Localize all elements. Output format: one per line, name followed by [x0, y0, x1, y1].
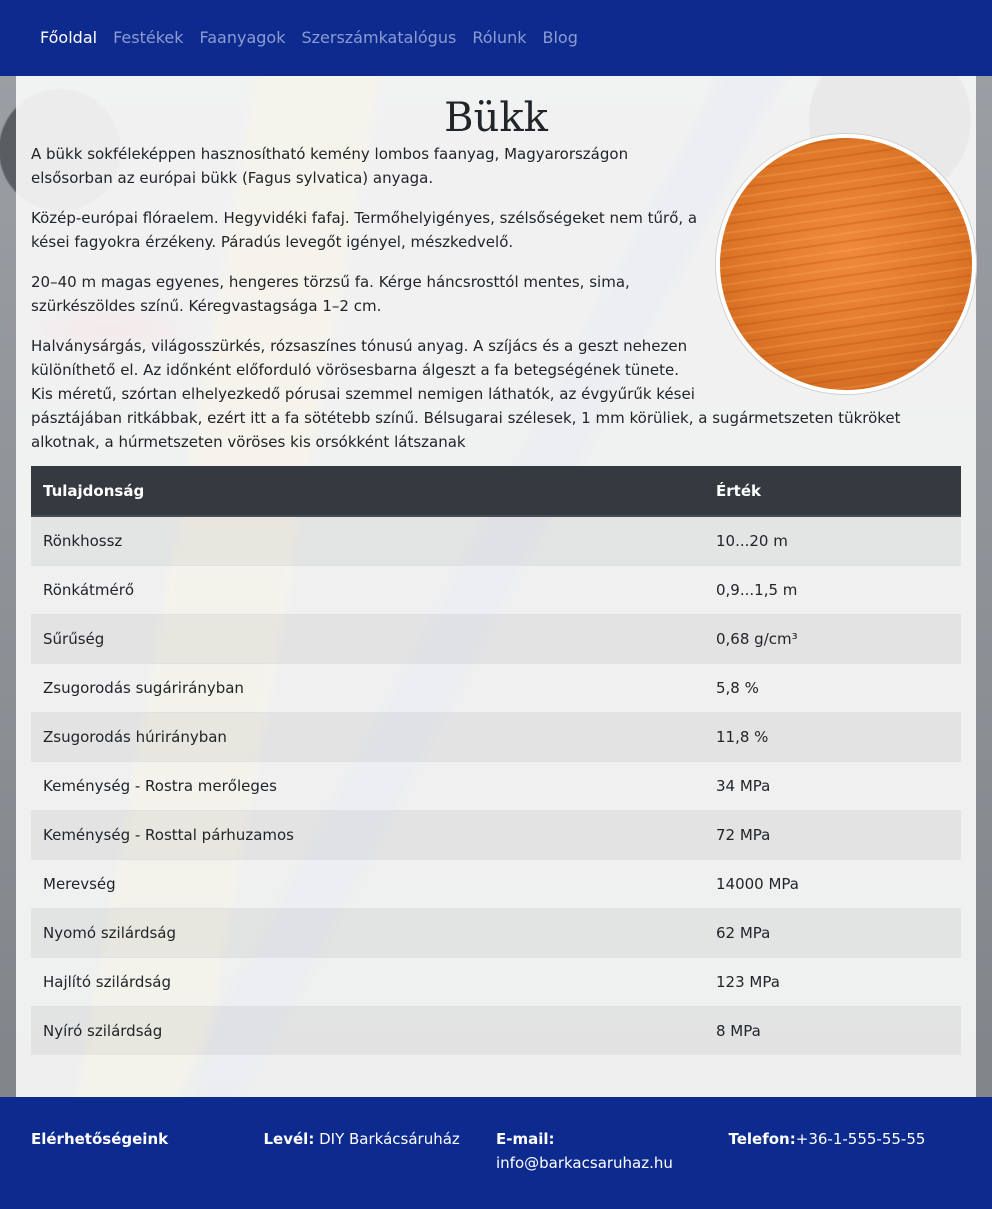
property-name: Sűrűség [31, 613, 704, 663]
table-row: Sűrűség 0,68 g/cm³ [31, 613, 961, 663]
table-row: Nyíró szilárdság 8 MPa [31, 1005, 961, 1055]
header-property: Tulajdonság [31, 466, 704, 517]
table-row: Merevség 14000 MPa [31, 858, 961, 908]
nav-link-paints[interactable]: Festékek [105, 0, 191, 76]
footer-email-label: E-mail: [496, 1130, 555, 1148]
property-value: 14000 MPa [704, 858, 961, 908]
page-title: Bükk [444, 95, 548, 141]
property-value: 8 MPa [704, 1005, 961, 1055]
property-name: Rönkátmérő [31, 564, 704, 614]
property-name: Merevség [31, 858, 704, 908]
property-name: Keménység - Rostra merőleges [31, 760, 704, 810]
footer-mail-label: Levél: [263, 1130, 315, 1148]
table-header-row: Tulajdonság Érték [31, 466, 961, 517]
footer-email-value[interactable]: info@barkacsaruhaz.hu [496, 1154, 673, 1172]
table-row: Keménység - Rostra merőleges 34 MPa [31, 760, 961, 810]
property-value: 0,68 g/cm³ [704, 613, 961, 663]
property-value: 10...20 m [704, 515, 961, 565]
footer-contacts-heading-col: Elérhetőségeink [31, 1127, 264, 1209]
property-name: Zsugorodás húrirányban [31, 711, 704, 761]
footer-email-col: E-mail: info@barkacsaruhaz.hu [496, 1127, 729, 1209]
main-content: Bükk A bükk sokféleképpen hasznosítható … [16, 76, 976, 1097]
property-value: 0,9...1,5 m [704, 564, 961, 614]
property-value: 72 MPa [704, 809, 961, 859]
footer-mail-value: DIY Barkácsáruház [319, 1130, 460, 1148]
property-value: 62 MPa [704, 907, 961, 957]
nav-link-home[interactable]: Főoldal [32, 0, 105, 76]
footer-phone-label: Telefon: [728, 1130, 796, 1148]
property-name: Nyomó szilárdság [31, 907, 704, 957]
top-navbar: Főoldal Festékek Faanyagok Szerszámkatal… [0, 0, 992, 76]
table-row: Rönkátmérő 0,9...1,5 m [31, 564, 961, 614]
property-value: 5,8 % [704, 662, 961, 712]
footer-phone-col: Telefon:+36-1-555-55-55 [729, 1127, 962, 1209]
property-name: Nyíró szilárdság [31, 1005, 704, 1055]
property-name: Rönkhossz [31, 515, 704, 565]
nav-link-blog[interactable]: Blog [535, 0, 586, 76]
footer-heading: Elérhetőségeink [31, 1130, 169, 1148]
property-value: 34 MPa [704, 760, 961, 810]
table-row: Zsugorodás húrirányban 11,8 % [31, 711, 961, 761]
properties-table: Tulajdonság Érték Rönkhossz 10...20 m Rö… [31, 466, 961, 1055]
table-row: Rönkhossz 10...20 m [31, 515, 961, 565]
table-row: Nyomó szilárdság 62 MPa [31, 907, 961, 957]
property-value: 123 MPa [704, 956, 961, 1006]
footer: Elérhetőségeink Levél: DIY Barkácsáruház… [0, 1097, 992, 1209]
table-row: Zsugorodás sugárirányban 5,8 % [31, 662, 961, 712]
table-row: Keménység - Rosttal párhuzamos 72 MPa [31, 809, 961, 859]
table-row: Hajlító szilárdság 123 MPa [31, 956, 961, 1006]
nav-link-wood[interactable]: Faanyagok [192, 0, 294, 76]
nav-link-about[interactable]: Rólunk [464, 0, 534, 76]
property-name: Zsugorodás sugárirányban [31, 662, 704, 712]
header-value: Érték [704, 466, 961, 517]
footer-phone-value[interactable]: +36-1-555-55-55 [796, 1130, 926, 1148]
wood-sample-image [716, 134, 976, 394]
nav-link-tool-catalog[interactable]: Szerszámkatalógus [293, 0, 464, 76]
footer-mail-col: Levél: DIY Barkácsáruház [264, 1127, 497, 1209]
property-value: 11,8 % [704, 711, 961, 761]
property-name: Hajlító szilárdság [31, 956, 704, 1006]
property-name: Keménység - Rosttal párhuzamos [31, 809, 704, 859]
